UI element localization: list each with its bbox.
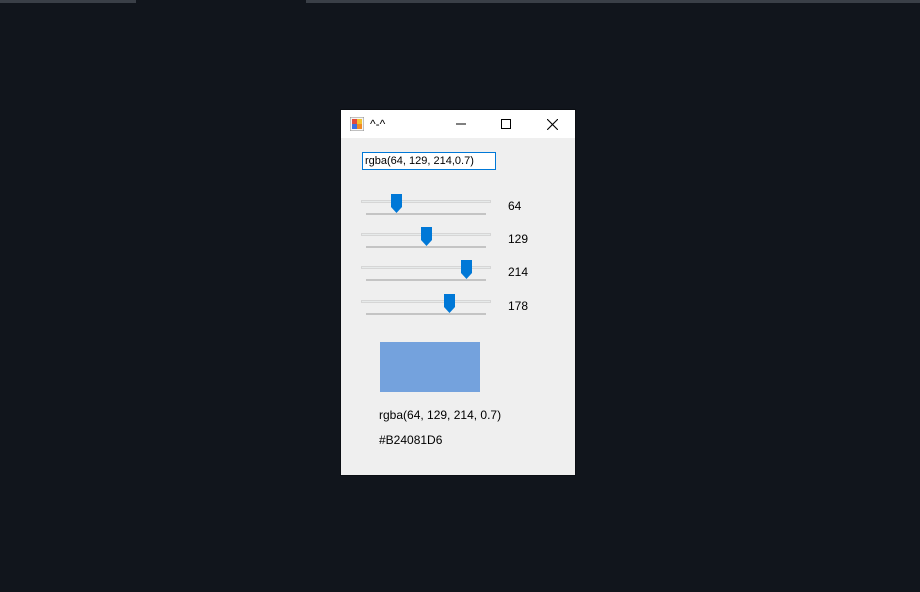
green-value-label: 129 [508,232,529,246]
minimize-button[interactable] [438,110,484,138]
slider-thumb[interactable] [461,260,472,279]
app-icon [350,117,364,131]
color-picker-window: ^-^ 64 129 21 [341,110,575,475]
maximize-icon [501,119,511,129]
slider-tick-line [366,313,486,315]
maximize-button[interactable] [483,110,529,138]
slider-thumb[interactable] [421,227,432,246]
slider-tick-line [366,246,486,248]
green-slider[interactable] [361,227,491,251]
close-icon [546,118,558,130]
color-preview-swatch [380,342,480,392]
alpha-value-label: 178 [508,299,529,313]
blue-value-label: 214 [508,265,529,279]
slider-track [361,300,491,303]
alpha-slider[interactable] [361,294,491,318]
slider-thumb[interactable] [444,294,455,313]
title-bar[interactable]: ^-^ [341,110,575,138]
minimize-icon [456,123,466,125]
taskbar-strip-right [306,0,920,3]
slider-tick-line [366,279,486,281]
close-button[interactable] [529,110,575,138]
window-title: ^-^ [370,117,386,131]
rgba-output-label: rgba(64, 129, 214, 0.7) [379,408,502,422]
slider-track [361,200,491,203]
hex-output-label: #B24081D6 [379,433,443,447]
slider-tick-line [366,213,486,215]
slider-thumb[interactable] [391,194,402,213]
rgba-input[interactable] [362,152,496,170]
taskbar-strip-left [0,0,136,3]
blue-slider[interactable] [361,260,491,284]
red-value-label: 64 [508,199,522,213]
red-slider[interactable] [361,194,491,218]
